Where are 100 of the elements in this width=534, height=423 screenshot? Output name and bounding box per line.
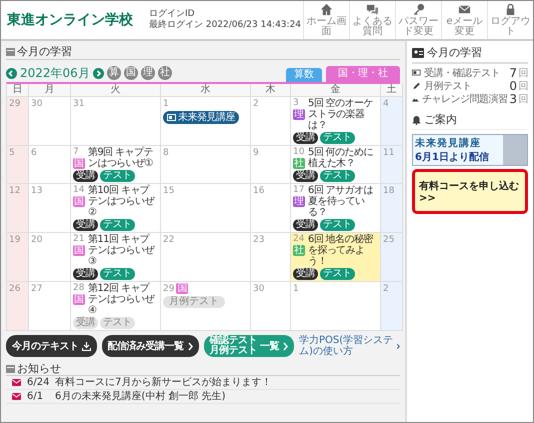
test-button[interactable]: テスト [100,268,134,280]
subject-tag: 理 [293,196,305,207]
lecture-button[interactable]: 受講 [293,268,318,280]
lecture-banner[interactable]: 未来発見講座 6月1日より配信 [412,134,528,166]
stat-count: 0 [509,80,516,93]
date-number: 26 [9,284,20,294]
date-number: 28 [73,283,84,294]
lesson-title: 第10回 キャプテンはつらいぜ② [88,185,156,218]
banner-title: 未来発見講座 [415,136,482,150]
news-title: お知らせ [17,360,61,376]
date-number: 2 [383,284,389,294]
special-lecture-button[interactable]: 未来発見講座 [163,111,239,124]
site-logo[interactable]: 東進オンライン学校 [7,11,149,29]
home-icon [320,3,333,16]
date-number: 3 [293,98,299,109]
date-number: 20 [31,235,42,245]
pencil-icon [412,82,422,92]
date-number: 10 [293,147,304,158]
calendar-icon [6,364,15,372]
lecture-button[interactable]: 受講 [293,132,318,144]
date-number: 25 [383,235,394,245]
test-button[interactable]: テスト [100,170,134,182]
help-link[interactable]: 学力POS(学習システム)の使い方 [299,335,400,357]
test-button[interactable]: テスト [320,219,354,231]
lecture-list-button[interactable]: 配信済み受講一覧 [102,335,198,357]
key-icon [412,3,425,16]
header-nav-button[interactable]: ホーム画面 [303,1,349,39]
date-number: 1 [163,99,169,109]
news-link[interactable]: 6月の未来発見講座(中村 創一郎 先生) [55,391,226,402]
chat-bubbles-icon [366,3,379,16]
lock-icon [504,3,517,16]
date-number: 22 [163,235,174,245]
envelope-icon [12,393,21,400]
stat-unit: 回 [518,80,528,93]
lesson-title: 6回 アサガオは夏を待っている？ [308,185,374,218]
date-number: 13 [31,186,42,196]
weekday-header: 木 [251,84,291,97]
next-month-icon[interactable] [92,68,104,79]
photo-placeholder [503,135,527,165]
date-number: 15 [163,186,174,196]
subject-tab[interactable]: 算数 [286,68,322,82]
subject-tag: 社 [293,158,305,169]
lecture-button[interactable]: 受講 [73,170,98,182]
date-number: 23 [253,235,264,245]
date-number: 16 [253,186,264,196]
stat-count: 7 [509,67,516,80]
date-number: 24 [293,234,304,244]
section-title: 今月の学習 [17,44,72,58]
chevron-right-icon [396,342,400,350]
stat-label: 受講・確認テスト [424,67,501,80]
date-number: 5 [9,148,15,158]
month-label: 2022年06月 [20,65,90,82]
date-number: 27 [31,284,42,294]
weekday-header: 金 [291,84,381,97]
lesson-title: 第12回 キャプテンはつらいぜ④ [88,283,156,316]
subject-tag: 国 [73,158,85,169]
stat-count: 3 [509,93,516,106]
news-date: 6/1 [27,391,44,402]
apply-course-button[interactable]: 有料コースを申し込む >> [412,169,528,214]
previous-month-icon[interactable] [6,68,17,79]
subject-tab[interactable]: 国・理・社 [326,66,400,82]
download-icon [82,342,90,350]
header-nav-button[interactable]: パスワード変更 [395,1,441,39]
chevron-right-icon [282,342,288,350]
date-number: 18 [383,186,394,196]
subject-tag: 国 [176,283,188,294]
last-login-text: 最終ログイン 2022/06/23 14:43:24 [149,20,302,31]
lecture-button[interactable]: 受講 [293,170,318,182]
news-link[interactable]: 有料コースに7月から新サービスが始まります！ [55,377,272,388]
date-number: 1 [293,284,299,294]
date-number: 14 [73,185,84,196]
test-button[interactable]: テスト [100,219,134,231]
screen-icon [167,114,176,121]
subject-medal: 理 [140,66,155,80]
test-button[interactable]: テスト [320,170,354,182]
test-button[interactable]: テスト [320,268,354,280]
date-number: 29 [9,99,20,109]
lecture-button[interactable]: 受講 [73,219,98,231]
date-number: 21 [73,234,84,245]
date-number: 29 [163,284,174,294]
weekday-header: 土 [381,84,403,97]
date-number: 30 [253,284,264,294]
date-number: 31 [73,99,84,109]
date-number: 30 [31,99,42,109]
subject-medal: 算 [106,66,121,80]
test-button[interactable]: テスト [320,132,354,144]
date-number: 12 [9,186,20,196]
lecture-button[interactable]: 受講 [73,268,98,280]
date-number: 17 [293,185,304,196]
chevron-right-icon [186,342,192,350]
lecture-button[interactable]: 受講 [293,219,318,231]
date-number: 7 [73,147,79,158]
subject-medal: 社 [158,66,172,80]
weekday-header: 月 [29,84,71,97]
bell-icon [412,114,421,124]
monthly-text-button[interactable]: 今月のテキスト [6,335,96,357]
date-number: 19 [9,235,20,245]
envelope-icon [12,379,21,386]
date-number: 8 [163,148,169,158]
weekday-header: 火 [71,84,161,97]
